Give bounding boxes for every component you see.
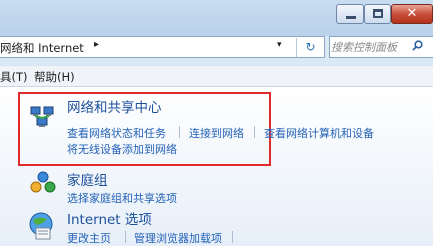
link-view-network-status[interactable]: 查看网络状态和任务 [67,125,166,141]
link-view-network-computers[interactable]: 查看网络计算机和设备 [264,125,374,141]
refresh-button[interactable]: ↻ [296,38,324,57]
title-bar: ✕ [0,0,433,36]
internet-options-icon[interactable] [27,211,57,241]
minimize-button[interactable] [336,4,364,24]
maximize-icon [373,9,383,18]
category-list: 网络和共享中心 查看网络状态和任务 连接到网络 查看网络计算机和设备 将无线设备… [0,87,433,246]
category-title-network-sharing-center[interactable]: 网络和共享中心 [67,96,162,116]
search-icon[interactable] [412,40,423,51]
link-change-homepage[interactable]: 更改主页 [67,230,111,246]
link-separator [125,231,126,243]
network-sharing-icon[interactable] [30,105,54,129]
address-dropdown-icon[interactable]: ▾ [277,40,282,50]
homegroup-icon[interactable] [30,170,56,196]
link-separator [179,126,180,138]
search-box[interactable] [329,36,433,58]
link-homegroup-sharing-options[interactable]: 选择家庭组和共享选项 [67,190,177,206]
link-separator [232,231,233,243]
breadcrumb-network-internet[interactable]: 网络和 Internet [0,40,84,56]
menu-help[interactable]: 帮助(H) [34,69,75,85]
link-add-wireless-device[interactable]: 将无线设备添加到网络 [67,141,177,157]
address-bar[interactable]: 网络和 Internet ▸ ▾ ↻ [0,36,325,58]
link-connect-to-network[interactable]: 连接到网络 [189,125,244,141]
close-icon: ✕ [406,6,418,21]
menu-bar: 具(T) 帮助(H) [0,65,433,87]
link-manage-add-ons[interactable]: 管理浏览器加载项 [134,230,222,246]
refresh-icon: ↻ [305,40,316,54]
category-title-internet-options[interactable]: Internet 选项 [67,208,152,228]
menu-tools[interactable]: 具(T) [0,69,28,85]
breadcrumb-chevron-icon[interactable]: ▸ [94,39,99,50]
category-title-homegroup[interactable]: 家庭组 [67,169,108,189]
close-button[interactable]: ✕ [391,4,433,24]
minimize-icon [346,16,356,19]
maximize-button[interactable] [364,4,391,24]
link-separator [254,126,255,138]
